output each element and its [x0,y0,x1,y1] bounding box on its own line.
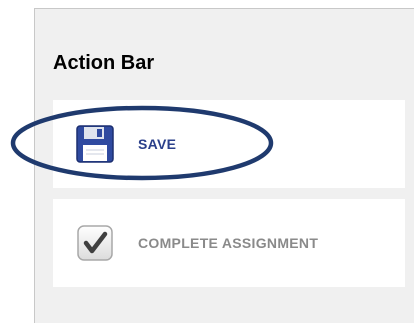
save-button[interactable]: SAVE [53,100,405,188]
save-label: SAVE [138,136,177,152]
checkmark-icon [73,221,117,265]
complete-assignment-label: COMPLETE ASSIGNMENT [138,235,319,251]
complete-assignment-button[interactable]: COMPLETE ASSIGNMENT [53,199,405,287]
action-bar-title: Action Bar [53,52,155,74]
action-bar-panel: Action Bar SAVE COMPLETE ASSIGNMENT [34,8,414,323]
page: Action Bar SAVE COMPLETE ASSIGNMENT [0,0,414,323]
floppy-disk-icon [73,122,117,166]
